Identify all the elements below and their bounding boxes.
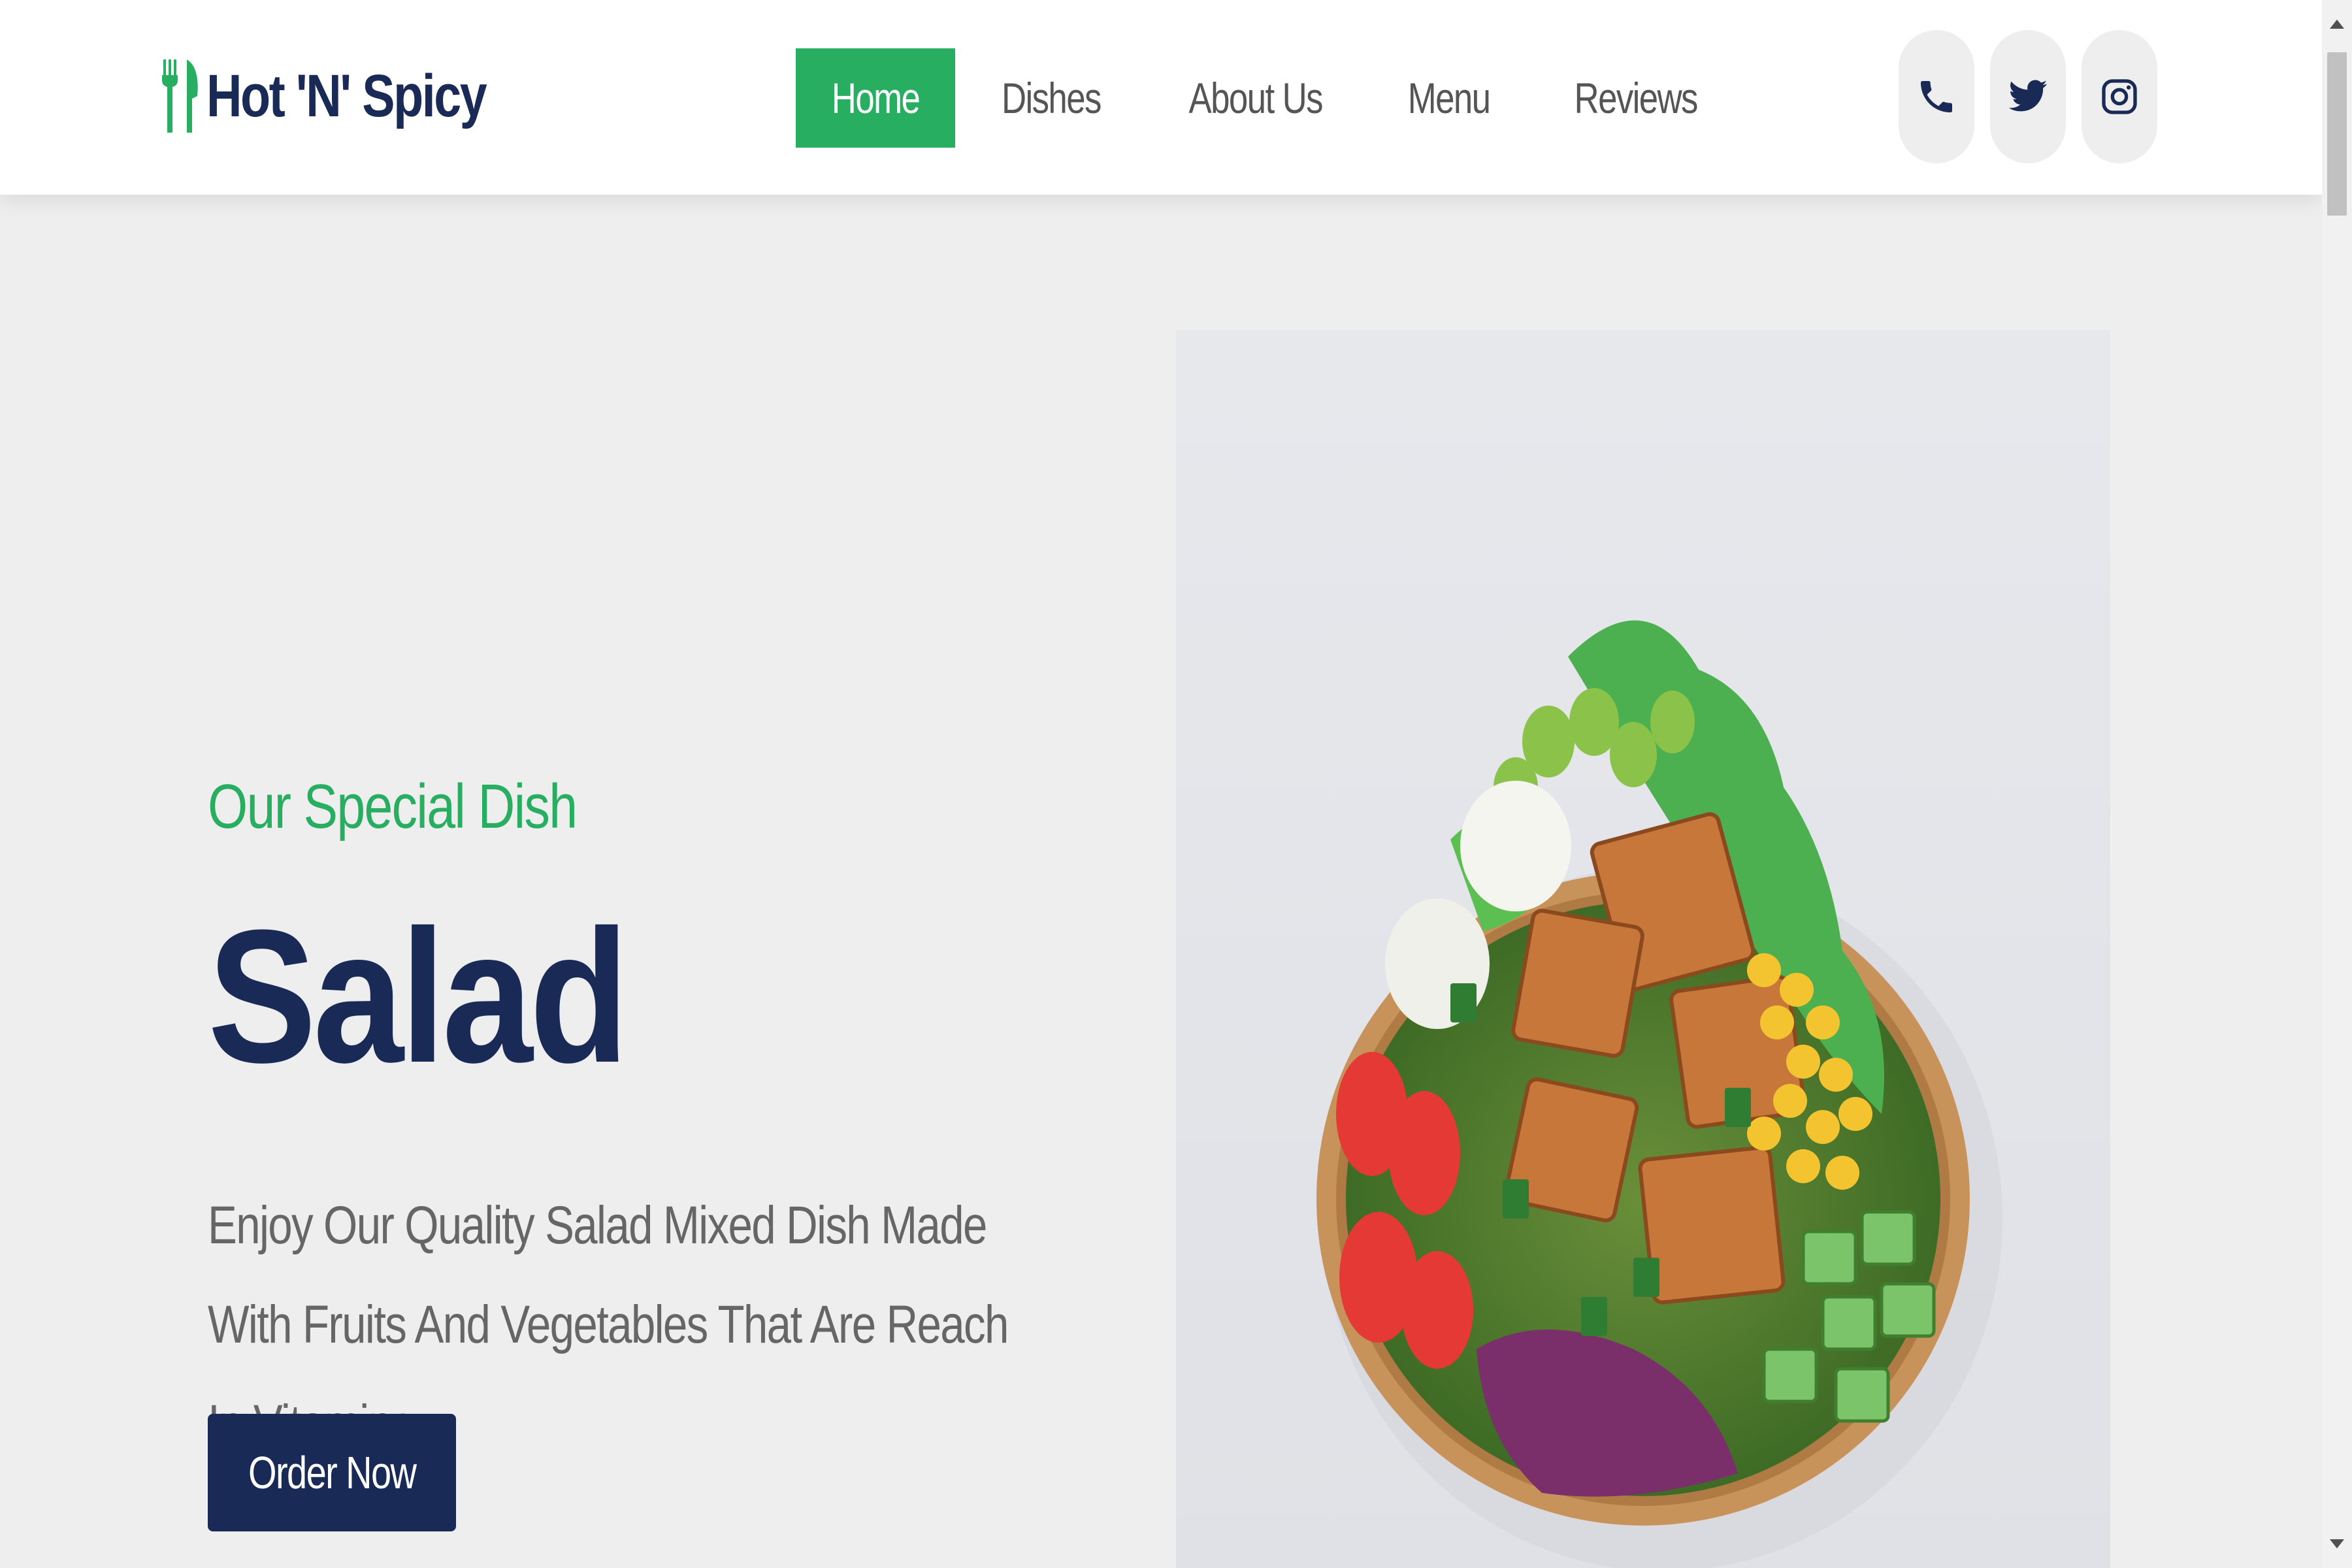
phone-icon (1921, 81, 1952, 112)
salad-bowl-image (1176, 330, 2110, 1568)
order-now-label: Order Now (248, 1447, 417, 1498)
order-now-button[interactable]: Order Now (208, 1414, 456, 1531)
twitter-button[interactable] (1990, 30, 2066, 163)
utensils-icon (162, 59, 198, 133)
scroll-down-arrow-icon[interactable] (2330, 1539, 2344, 1548)
nav-dishes-label: Dishes (1002, 74, 1102, 122)
nav-menu[interactable]: Menu (1371, 48, 1526, 148)
nav-home-label: Home (831, 74, 921, 122)
logo[interactable]: Hot 'N' Spicy (161, 54, 547, 139)
hero-title: Salad (208, 890, 629, 1102)
nav-menu-label: Menu (1408, 74, 1491, 122)
nav-about-us-label: About Us (1188, 74, 1323, 122)
instagram-button[interactable] (2082, 30, 2157, 163)
logo-text: Hot 'N' Spicy (206, 62, 487, 129)
page-scrollbar[interactable] (2322, 0, 2352, 1568)
nav-reviews[interactable]: Reviews (1533, 48, 1739, 148)
scroll-up-arrow-icon[interactable] (2330, 20, 2344, 29)
twitter-icon (2008, 80, 2048, 112)
phone-button[interactable] (1899, 30, 1974, 163)
site-header: Hot 'N' Spicy Home Dishes About Us Menu … (0, 0, 2322, 195)
instagram-icon (2102, 79, 2137, 114)
scroll-thumb[interactable] (2327, 52, 2347, 216)
nav-dishes[interactable]: Dishes (963, 48, 1139, 148)
nav-home[interactable]: Home (796, 48, 956, 148)
main-nav: Home Dishes About Us Menu Reviews (796, 48, 1746, 148)
salad-bowl-illustration (1316, 620, 2002, 1568)
nav-reviews-label: Reviews (1574, 74, 1699, 122)
nav-about-us[interactable]: About Us (1146, 48, 1365, 148)
hero-subtitle: Our Special Dish (208, 772, 578, 841)
